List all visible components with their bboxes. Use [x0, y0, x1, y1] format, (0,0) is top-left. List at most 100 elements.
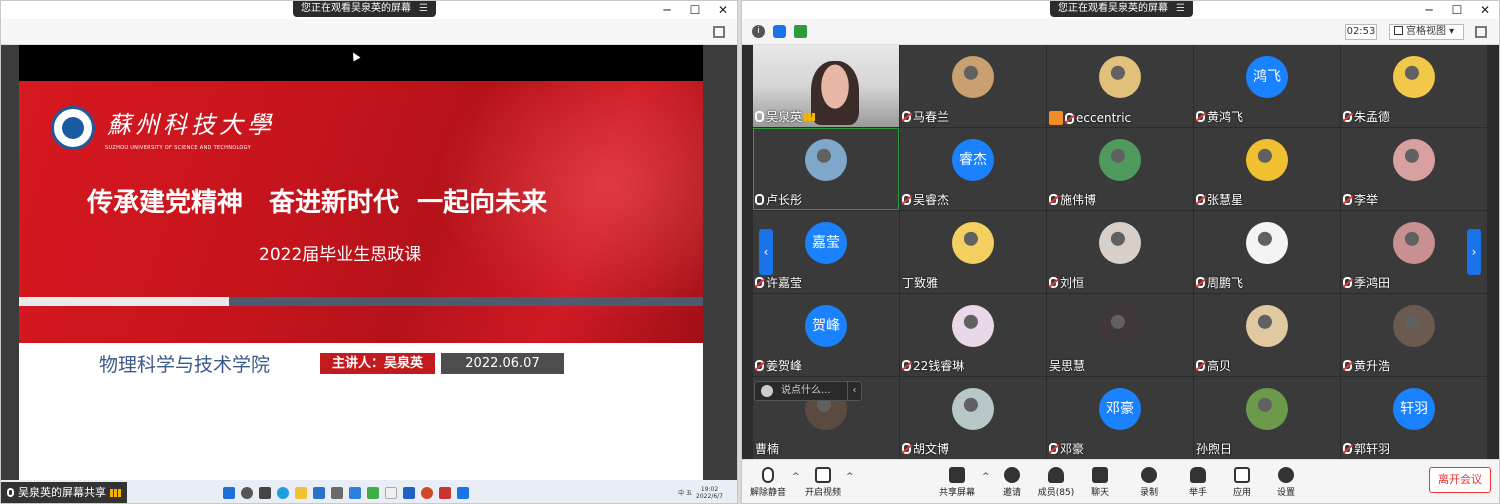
wechat-icon[interactable]	[367, 486, 379, 499]
app-icon[interactable]	[349, 486, 361, 499]
user-badge-icon	[1049, 111, 1063, 125]
invite-button[interactable]: 邀请	[989, 467, 1035, 498]
chat-icon	[1092, 467, 1108, 483]
powerpoint-icon[interactable]	[421, 486, 433, 499]
file-explorer-icon[interactable]	[295, 486, 307, 499]
app-icon-3[interactable]	[439, 486, 451, 499]
minimize-icon[interactable]: ─	[1415, 1, 1443, 19]
start-video-button[interactable]: 开启视频	[800, 467, 846, 498]
taskbar-clock[interactable]: 19:02 2022/6/7	[696, 486, 723, 500]
participant-tile[interactable]: 胡文博	[900, 377, 1046, 459]
share-screen-button[interactable]: 共享屏幕	[934, 467, 980, 498]
mail-icon[interactable]	[313, 486, 325, 499]
menu-icon[interactable]: ☰	[1176, 3, 1185, 14]
menu-icon[interactable]: ☰	[419, 3, 428, 14]
record-button[interactable]: 录制	[1126, 467, 1172, 498]
next-page-arrow[interactable]: ›	[1467, 229, 1481, 275]
store-icon[interactable]	[331, 486, 343, 499]
emoji-icon[interactable]	[761, 385, 773, 397]
participant-tile[interactable]: 刘恒	[1047, 211, 1193, 293]
viewing-banner[interactable]: 您正在观看吴泉英的屏幕 ☰	[1050, 1, 1193, 17]
shield-icon[interactable]	[773, 25, 786, 38]
search-icon[interactable]	[241, 486, 253, 499]
video-options-chevron-icon[interactable]: ^	[846, 472, 854, 482]
view-mode-label: 宫格视图	[1406, 26, 1446, 37]
participant-tile[interactable]: 丁致雅	[900, 211, 1046, 293]
maximize-icon[interactable]: ☐	[681, 1, 709, 19]
participant-tile[interactable]: 睿杰 吴睿杰	[900, 128, 1046, 210]
participant-name: 施伟博	[1060, 193, 1097, 207]
settings-button[interactable]: 设置	[1263, 467, 1309, 498]
participant-tile[interactable]: 邓豪 邓豪	[1047, 377, 1193, 459]
university-logo	[51, 106, 95, 150]
participant-tile[interactable]: 孙煦日	[1194, 377, 1340, 459]
participant-name: 胡文博	[913, 442, 950, 456]
participant-tile[interactable]: 22钱睿琳	[900, 294, 1046, 376]
hand-icon	[1190, 467, 1206, 483]
participant-tile[interactable]: 嘉莹 许嘉莹	[753, 211, 899, 293]
participant-tile[interactable]: 张慧星	[1194, 128, 1340, 210]
participant-tile[interactable]: 鸿飞 黄鸿飞	[1194, 45, 1340, 127]
network-signal-icon[interactable]	[794, 25, 807, 38]
mic-muted-icon	[762, 467, 774, 483]
title-bar: 您正在观看吴泉英的屏幕 ☰ ─ ☐ ✕	[742, 1, 1499, 19]
record-label: 录制	[1139, 488, 1158, 498]
leave-meeting-button[interactable]: 离开会议	[1429, 467, 1491, 493]
participant-tile[interactable]: 李举	[1341, 128, 1487, 210]
chat-button[interactable]: 聊天	[1077, 467, 1123, 498]
participant-name-row: 周鹏飞	[1196, 274, 1243, 291]
participant-tile[interactable]: 高贝	[1194, 294, 1340, 376]
participant-initials-avatar: 邓豪	[1099, 388, 1141, 430]
participant-tile[interactable]: 周鹏飞	[1194, 211, 1340, 293]
participant-name-row: 施伟博	[1049, 191, 1096, 208]
participant-tile[interactable]: eccentric	[1047, 45, 1193, 127]
apps-button[interactable]: 应用	[1219, 467, 1265, 498]
participant-tile[interactable]: 施伟博	[1047, 128, 1193, 210]
participant-tile[interactable]: 朱孟德	[1341, 45, 1487, 127]
meeting-timer: 02:53	[1345, 24, 1377, 40]
raise-hand-button[interactable]: 举手	[1175, 467, 1221, 498]
members-button[interactable]: 成员(85)	[1033, 467, 1079, 498]
viewing-banner[interactable]: 您正在观看吴泉英的屏幕 ☰	[293, 1, 436, 17]
viewing-banner-text: 您正在观看吴泉英的屏幕	[1058, 3, 1168, 14]
mic-muted-icon	[755, 360, 764, 371]
participant-tile[interactable]: 马春兰	[900, 45, 1046, 127]
participant-initials-avatar: 嘉莹	[805, 222, 847, 264]
maximize-icon[interactable]: ☐	[1443, 1, 1471, 19]
participant-tile[interactable]: 季鸿田	[1341, 211, 1487, 293]
unmute-button[interactable]: 解除静音	[745, 467, 791, 498]
close-icon[interactable]: ✕	[709, 1, 737, 19]
participant-avatar	[1393, 56, 1435, 98]
info-icon[interactable]: i	[752, 25, 765, 38]
participant-tile[interactable]: 卢长彤	[753, 128, 899, 210]
windows-start-icon[interactable]	[223, 486, 235, 499]
participant-avatar	[952, 222, 994, 264]
fullscreen-icon[interactable]	[1475, 26, 1487, 38]
participant-name-row: 22钱睿琳	[902, 357, 964, 374]
participant-tile[interactable]: 吴泉英	[753, 45, 899, 127]
screen-share-chip[interactable]: 吴泉英的屏幕共享	[1, 481, 127, 503]
chat-input[interactable]: 说点什么... ‹	[754, 381, 862, 401]
audio-options-chevron-icon[interactable]: ^	[792, 472, 800, 482]
word-icon[interactable]	[403, 486, 415, 499]
task-view-icon[interactable]	[259, 486, 271, 499]
participant-tile[interactable]: 黄升浩	[1341, 294, 1487, 376]
participant-avatar	[952, 305, 994, 347]
view-mode-button[interactable]: 宫格视图 ▾	[1389, 24, 1464, 40]
app-icon-2[interactable]	[385, 486, 397, 499]
participant-tile[interactable]: 吴思慧	[1047, 294, 1193, 376]
collapse-chevron-icon[interactable]: ‹	[847, 382, 861, 400]
chat-label: 聊天	[1090, 488, 1109, 498]
prev-page-arrow[interactable]: ‹	[759, 229, 773, 275]
clock-date: 2022/6/7	[696, 492, 723, 500]
participant-avatar	[1246, 222, 1288, 264]
edge-browser-icon[interactable]	[277, 486, 289, 499]
meeting-app-icon[interactable]	[457, 486, 469, 499]
participant-tile[interactable]: 贺峰 姜贺峰	[753, 294, 899, 376]
minimize-icon[interactable]: ─	[653, 1, 681, 19]
close-icon[interactable]: ✕	[1471, 1, 1499, 19]
participant-initials-avatar: 轩羽	[1393, 388, 1435, 430]
gear-icon	[1278, 467, 1294, 483]
fullscreen-icon[interactable]	[713, 26, 725, 38]
participant-tile[interactable]: 轩羽 郭轩羽	[1341, 377, 1487, 459]
